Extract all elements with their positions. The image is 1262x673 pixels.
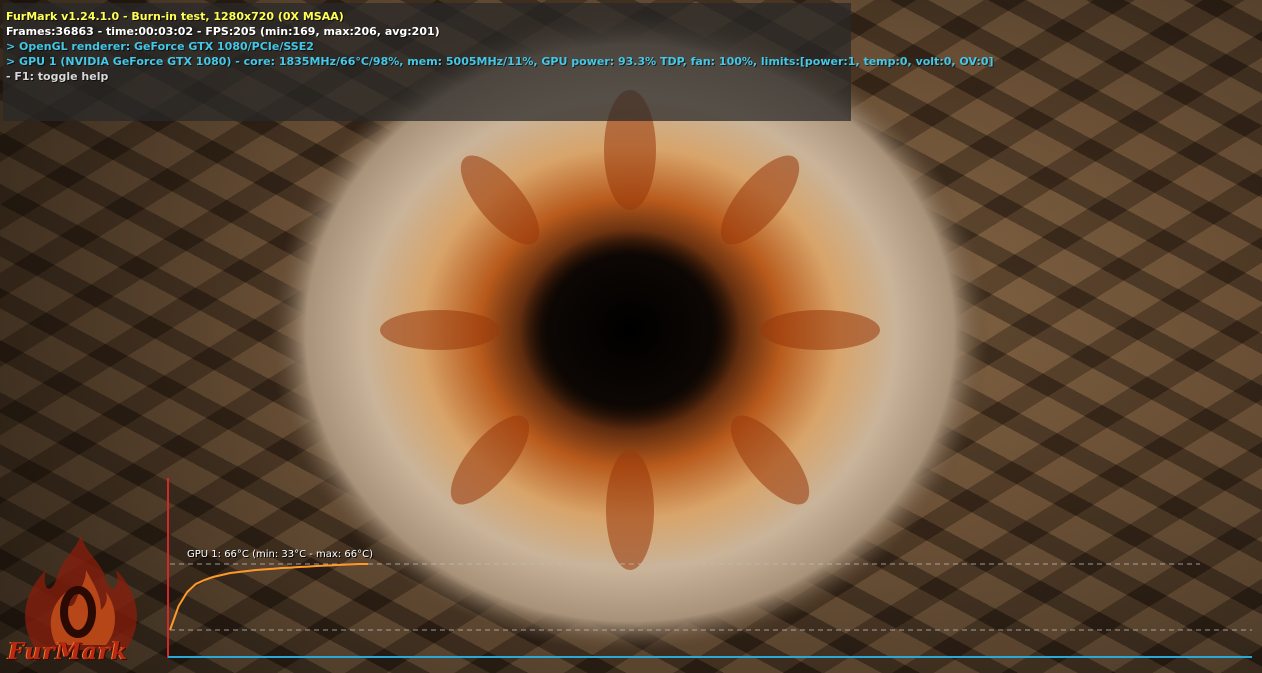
temperature-line [169,563,368,631]
stats-line: Frames:36863 - time:00:03:02 - FPS:205 (… [6,25,440,38]
gpu-info-line: > GPU 1 (NVIDIA GeForce GTX 1080) - core… [6,55,994,68]
furmark-logo-text: FurMark [8,638,129,665]
temperature-graph-label: GPU 1: 66°C (min: 33°C - max: 66°C) [187,549,373,560]
renderer-line: > OpenGL renderer: GeForce GTX 1080/PCIe… [6,40,314,53]
temperature-graph [167,478,1252,658]
title-line: FurMark v1.24.1.0 - Burn-in test, 1280x7… [6,10,344,23]
help-hint-line: - F1: toggle help [6,70,109,83]
